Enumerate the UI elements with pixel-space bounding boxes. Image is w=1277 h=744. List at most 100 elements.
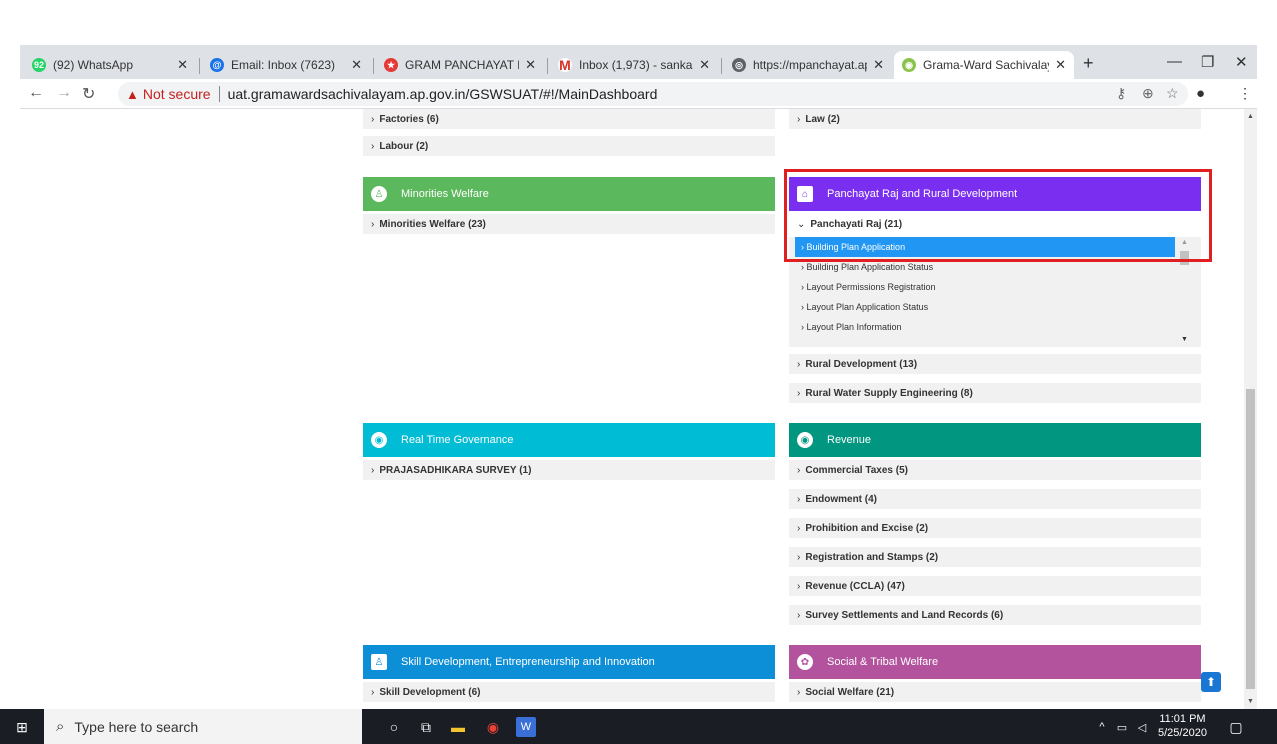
item-label: Registration and Stamps (2) [805, 551, 939, 563]
word-app-icon[interactable]: W [516, 717, 536, 737]
item-label: Skill Development (6) [379, 686, 481, 698]
item-label: Rural Water Supply Engineering (8) [805, 387, 973, 399]
notification-icon[interactable]: ▢ [1226, 717, 1246, 737]
url-input[interactable]: ▲ Not secure uat.gramawardsachivalayam.a… [118, 82, 1188, 106]
sub-item[interactable]: › Layout Permissions Registration [795, 277, 1175, 297]
list-item[interactable]: › Rural Development (13) [789, 354, 1201, 374]
highlight-box [784, 169, 1212, 262]
zoom-icon[interactable]: ⊕ [1142, 85, 1154, 102]
item-label: Prohibition and Excise (2) [805, 522, 929, 534]
not-secure-label: Not secure [142, 86, 211, 102]
list-item[interactable]: › Commercial Taxes (5) [789, 460, 1201, 480]
close-tab-icon[interactable]: ✕ [699, 57, 710, 73]
task-view-icon[interactable]: ⧉ [416, 717, 436, 737]
list-item[interactable]: › Survey Settlements and Land Records (6) [789, 605, 1201, 625]
skill-development-header[interactable]: ♙ Skill Development, Entrepreneurship an… [363, 645, 775, 679]
url-text: uat.gramawardsachivalayam.ap.gov.in/GSWS… [227, 86, 658, 102]
windows-start-icon[interactable]: ⊞ [12, 717, 32, 737]
tab-separator [547, 58, 548, 74]
profile-avatar-icon[interactable]: ● [1196, 85, 1205, 102]
windows-taskbar: ⊞ ⌕ Type here to search ○ ⧉ ▬ ◉ W ^ ▭ ◁ … [0, 709, 1277, 744]
real-time-governance-header[interactable]: ◉ Real Time Governance [363, 423, 775, 457]
show-hidden-icons[interactable]: ^ [1092, 717, 1112, 737]
restore-icon[interactable]: ❐ [1201, 53, 1214, 71]
section-title: Skill Development, Entrepreneurship and … [401, 656, 655, 668]
page-scroll-thumb[interactable] [1246, 389, 1255, 689]
tab-title: (92) WhatsApp [53, 58, 134, 72]
section-title: Minorities Welfare [401, 188, 489, 200]
item-label: Rural Development (13) [805, 358, 918, 370]
close-tab-icon[interactable]: ✕ [873, 57, 884, 73]
list-item[interactable]: › Registration and Stamps (2) [789, 547, 1201, 567]
list-item[interactable]: › Revenue (CCLA) (47) [789, 576, 1201, 596]
item-label: PRAJASADHIKARA SURVEY (1) [379, 464, 532, 476]
list-item[interactable]: › Factories (6) [363, 109, 775, 129]
sachivalayam-icon: ◉ [902, 58, 916, 72]
list-item[interactable]: › Skill Development (6) [363, 682, 775, 702]
list-item[interactable]: › Labour (2) [363, 136, 775, 156]
section-title: Real Time Governance [401, 434, 514, 446]
taskbar-search-input[interactable]: ⌕ Type here to search [44, 709, 362, 744]
close-tab-icon[interactable]: ✕ [525, 57, 536, 73]
gmail-icon: M [558, 57, 572, 73]
tab-gmail-inbox[interactable]: M Inbox (1,973) - sankar.k ✕ [550, 51, 718, 79]
url-divider [218, 86, 220, 102]
close-window-icon[interactable]: ✕ [1235, 53, 1248, 71]
cortana-icon[interactable]: ○ [384, 717, 404, 737]
list-item[interactable]: › PRAJASADHIKARA SURVEY (1) [363, 460, 775, 480]
forward-icon[interactable]: → [56, 84, 72, 102]
sub-item-label: Layout Permissions Registration [806, 282, 936, 292]
scroll-up-icon[interactable]: ▲ [1247, 113, 1254, 120]
list-item[interactable]: › Law (2) [789, 109, 1201, 129]
list-item[interactable]: › Rural Water Supply Engineering (8) [789, 383, 1201, 403]
tab-grama-ward-sachivalayam[interactable]: ◉ Grama-Ward Sachivalay ✕ [894, 51, 1074, 79]
back-icon[interactable]: ← [28, 84, 44, 102]
tab-separator [721, 58, 722, 74]
item-label: Endowment (4) [805, 493, 878, 505]
sub-item-label: Layout Plan Application Status [806, 302, 929, 312]
file-explorer-icon[interactable]: ▬ [448, 717, 468, 737]
sub-item[interactable]: › Layout Plan Application Status [795, 297, 1175, 317]
search-placeholder: Type here to search [74, 718, 199, 735]
tab-whatsapp[interactable]: 92 (92) WhatsApp ✕ [24, 51, 196, 79]
system-clock[interactable]: 11:01 PM 5/25/2020 [1158, 712, 1207, 740]
reload-icon[interactable]: ↻ [82, 84, 95, 104]
scroll-to-top-button[interactable]: ⬆ [1201, 672, 1221, 692]
address-bar: ← → ↻ ▲ Not secure uat.gramawardsachival… [20, 79, 1257, 109]
tab-email[interactable]: @ Email: Inbox (7623) ✕ [202, 51, 370, 79]
browser-tab-strip: 92 (92) WhatsApp ✕ @ Email: Inbox (7623)… [20, 45, 1257, 79]
network-icon[interactable]: ▭ [1112, 717, 1132, 737]
warning-icon: ▲ [126, 86, 139, 102]
scroll-down-icon[interactable]: ▼ [1247, 698, 1254, 705]
close-tab-icon[interactable]: ✕ [177, 57, 188, 73]
tab-mpanchayat[interactable]: ◎ https://mpanchayat.ap. ✕ [724, 51, 892, 79]
tab-gram-panchayat[interactable]: ★ GRAM PANCHAYAT DEV ✕ [376, 51, 544, 79]
minorities-welfare-header[interactable]: ♙ Minorities Welfare [363, 177, 775, 211]
key-icon[interactable]: ⚷ [1116, 85, 1126, 102]
list-item[interactable]: › Social Welfare (21) [789, 682, 1201, 702]
new-tab-button[interactable]: + [1083, 53, 1094, 74]
list-item[interactable]: › Prohibition and Excise (2) [789, 518, 1201, 538]
list-item[interactable]: › Minorities Welfare (23) [363, 214, 775, 234]
volume-icon[interactable]: ◁ [1132, 717, 1152, 737]
sub-item-label: Layout Plan Information [806, 322, 902, 332]
section-title: Social & Tribal Welfare [827, 656, 939, 668]
rtg-logo-icon: ◉ [371, 432, 387, 448]
close-tab-icon[interactable]: ✕ [351, 57, 362, 73]
sub-item[interactable]: › Layout Plan Information [795, 317, 1175, 337]
list-item[interactable]: › Endowment (4) [789, 489, 1201, 509]
chrome-icon[interactable]: ◉ [483, 717, 503, 737]
minimize-icon[interactable]: — [1167, 53, 1182, 70]
item-label: Factories (6) [379, 113, 439, 125]
item-label: Labour (2) [379, 140, 429, 152]
social-tribal-welfare-header[interactable]: ✿ Social & Tribal Welfare [789, 645, 1201, 679]
tab-title: GRAM PANCHAYAT DEV [405, 58, 519, 72]
globe-icon: ◎ [732, 58, 746, 72]
scroll-down-icon[interactable]: ▼ [1181, 336, 1188, 343]
menu-icon[interactable]: ⋮ [1238, 85, 1252, 102]
bookmark-star-icon[interactable]: ☆ [1166, 85, 1179, 102]
revenue-header[interactable]: ◉ Revenue [789, 423, 1201, 457]
social-welfare-logo-icon: ✿ [797, 654, 813, 670]
search-icon: ⌕ [56, 718, 65, 735]
close-tab-icon[interactable]: ✕ [1055, 57, 1066, 73]
